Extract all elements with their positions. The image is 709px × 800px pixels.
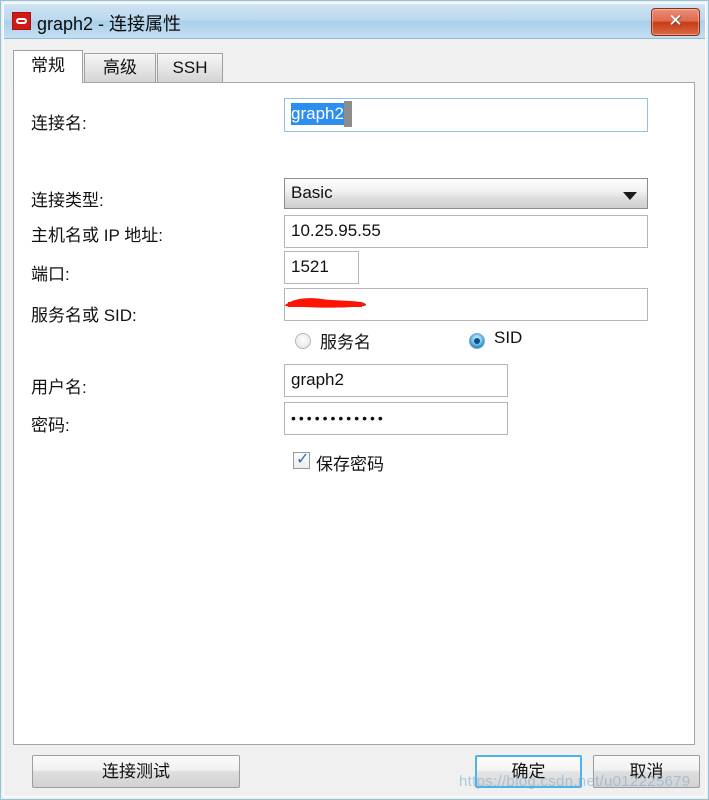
- label-connection-type: 连接类型:: [31, 191, 104, 210]
- save-password-label[interactable]: 保存密码: [316, 450, 384, 475]
- username-input[interactable]: graph2: [284, 364, 508, 397]
- port-input[interactable]: 1521: [284, 251, 359, 284]
- tab-strip: 常规 高级 SSH: [13, 50, 695, 83]
- label-password: 密码:: [31, 416, 70, 435]
- radio-sid-label[interactable]: SID: [494, 328, 522, 348]
- chevron-down-icon: [623, 192, 637, 200]
- cancel-button[interactable]: 取消: [593, 755, 700, 788]
- label-service-or-sid: 服务名或 SID:: [31, 306, 137, 325]
- dialog-window: graph2 - 连接属性 ✕ 常规 高级 SSH 连接名: graph2 连接…: [0, 0, 709, 800]
- tab-general[interactable]: 常规: [13, 50, 83, 83]
- close-icon: ✕: [668, 11, 683, 31]
- close-button[interactable]: ✕: [651, 8, 700, 36]
- hostname-input[interactable]: 10.25.95.55: [284, 215, 648, 248]
- connection-type-select[interactable]: Basic: [284, 178, 648, 209]
- radio-service-name-label[interactable]: 服务名: [320, 328, 371, 353]
- app-icon: [12, 12, 31, 30]
- title-bar[interactable]: graph2 - 连接属性 ✕: [4, 4, 705, 39]
- text-caret: [343, 101, 352, 127]
- dialog-window-inner: graph2 - 连接属性 ✕ 常规 高级 SSH 连接名: graph2 连接…: [3, 3, 706, 797]
- radio-service-name[interactable]: [295, 333, 311, 349]
- radio-sid[interactable]: [469, 333, 485, 349]
- label-port: 端口:: [31, 265, 70, 284]
- tab-ssh[interactable]: SSH: [157, 53, 223, 82]
- connection-type-value: Basic: [291, 183, 333, 202]
- label-username: 用户名:: [31, 378, 87, 397]
- test-connection-button[interactable]: 连接测试: [32, 755, 240, 788]
- service-or-sid-input[interactable]: [284, 288, 648, 321]
- label-connection-name: 连接名:: [31, 114, 87, 133]
- port-value: 1521: [291, 257, 329, 276]
- connection-name-value: graph2: [291, 103, 344, 125]
- hostname-value: 10.25.95.55: [291, 221, 381, 240]
- general-tab-panel: 连接名: graph2 连接类型: Basic 主机名或 IP 地址: 10.2…: [13, 82, 695, 745]
- username-value: graph2: [291, 370, 344, 389]
- connection-name-input[interactable]: graph2: [284, 98, 648, 132]
- window-title: graph2 - 连接属性: [37, 14, 182, 34]
- check-icon: ✓: [296, 449, 310, 468]
- ok-button[interactable]: 确定: [475, 755, 582, 788]
- save-password-checkbox[interactable]: ✓: [293, 449, 310, 469]
- password-value: ••••••••••••: [291, 410, 386, 426]
- tab-advanced[interactable]: 高级: [84, 53, 156, 82]
- password-input[interactable]: ••••••••••••: [284, 402, 508, 435]
- label-hostname: 主机名或 IP 地址:: [31, 226, 163, 245]
